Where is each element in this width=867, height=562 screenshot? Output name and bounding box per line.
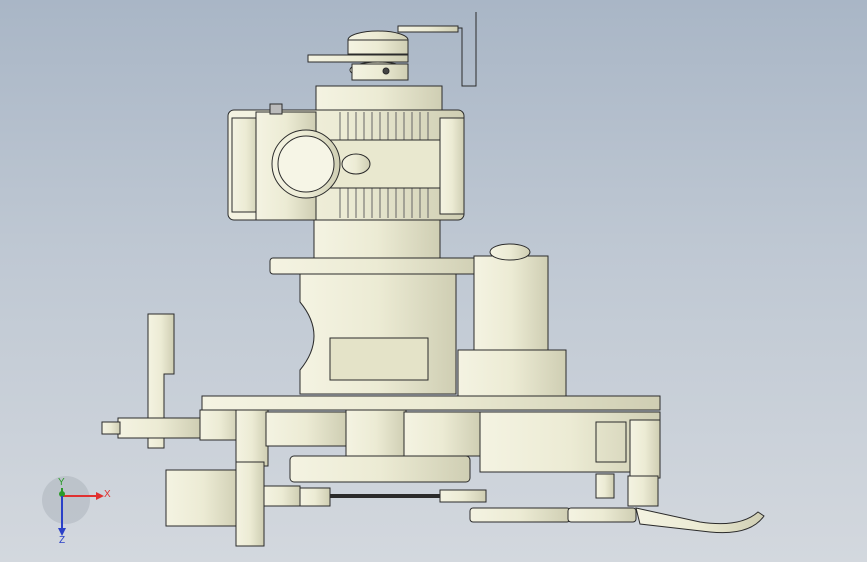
base-plate[interactable]	[201, 395, 661, 411]
assembly-model[interactable]: X Y Z	[0, 0, 867, 562]
hand-lever[interactable]	[101, 313, 201, 449]
cad-3d-viewport[interactable]: X Y Z	[0, 0, 867, 562]
neck-housing[interactable]	[313, 219, 441, 261]
axis-triad: X Y Z	[42, 476, 111, 546]
actuator-head[interactable]	[227, 85, 465, 221]
linkage-arm[interactable]	[469, 473, 765, 534]
top-bracket[interactable]	[307, 12, 477, 87]
bottom-servo[interactable]	[165, 461, 301, 547]
side-motor[interactable]	[457, 243, 567, 399]
z-axis-label: Z	[59, 535, 65, 546]
x-axis-label: X	[104, 489, 111, 500]
gearbox-cylinder[interactable]	[269, 257, 483, 395]
y-axis-label: Y	[58, 477, 65, 488]
